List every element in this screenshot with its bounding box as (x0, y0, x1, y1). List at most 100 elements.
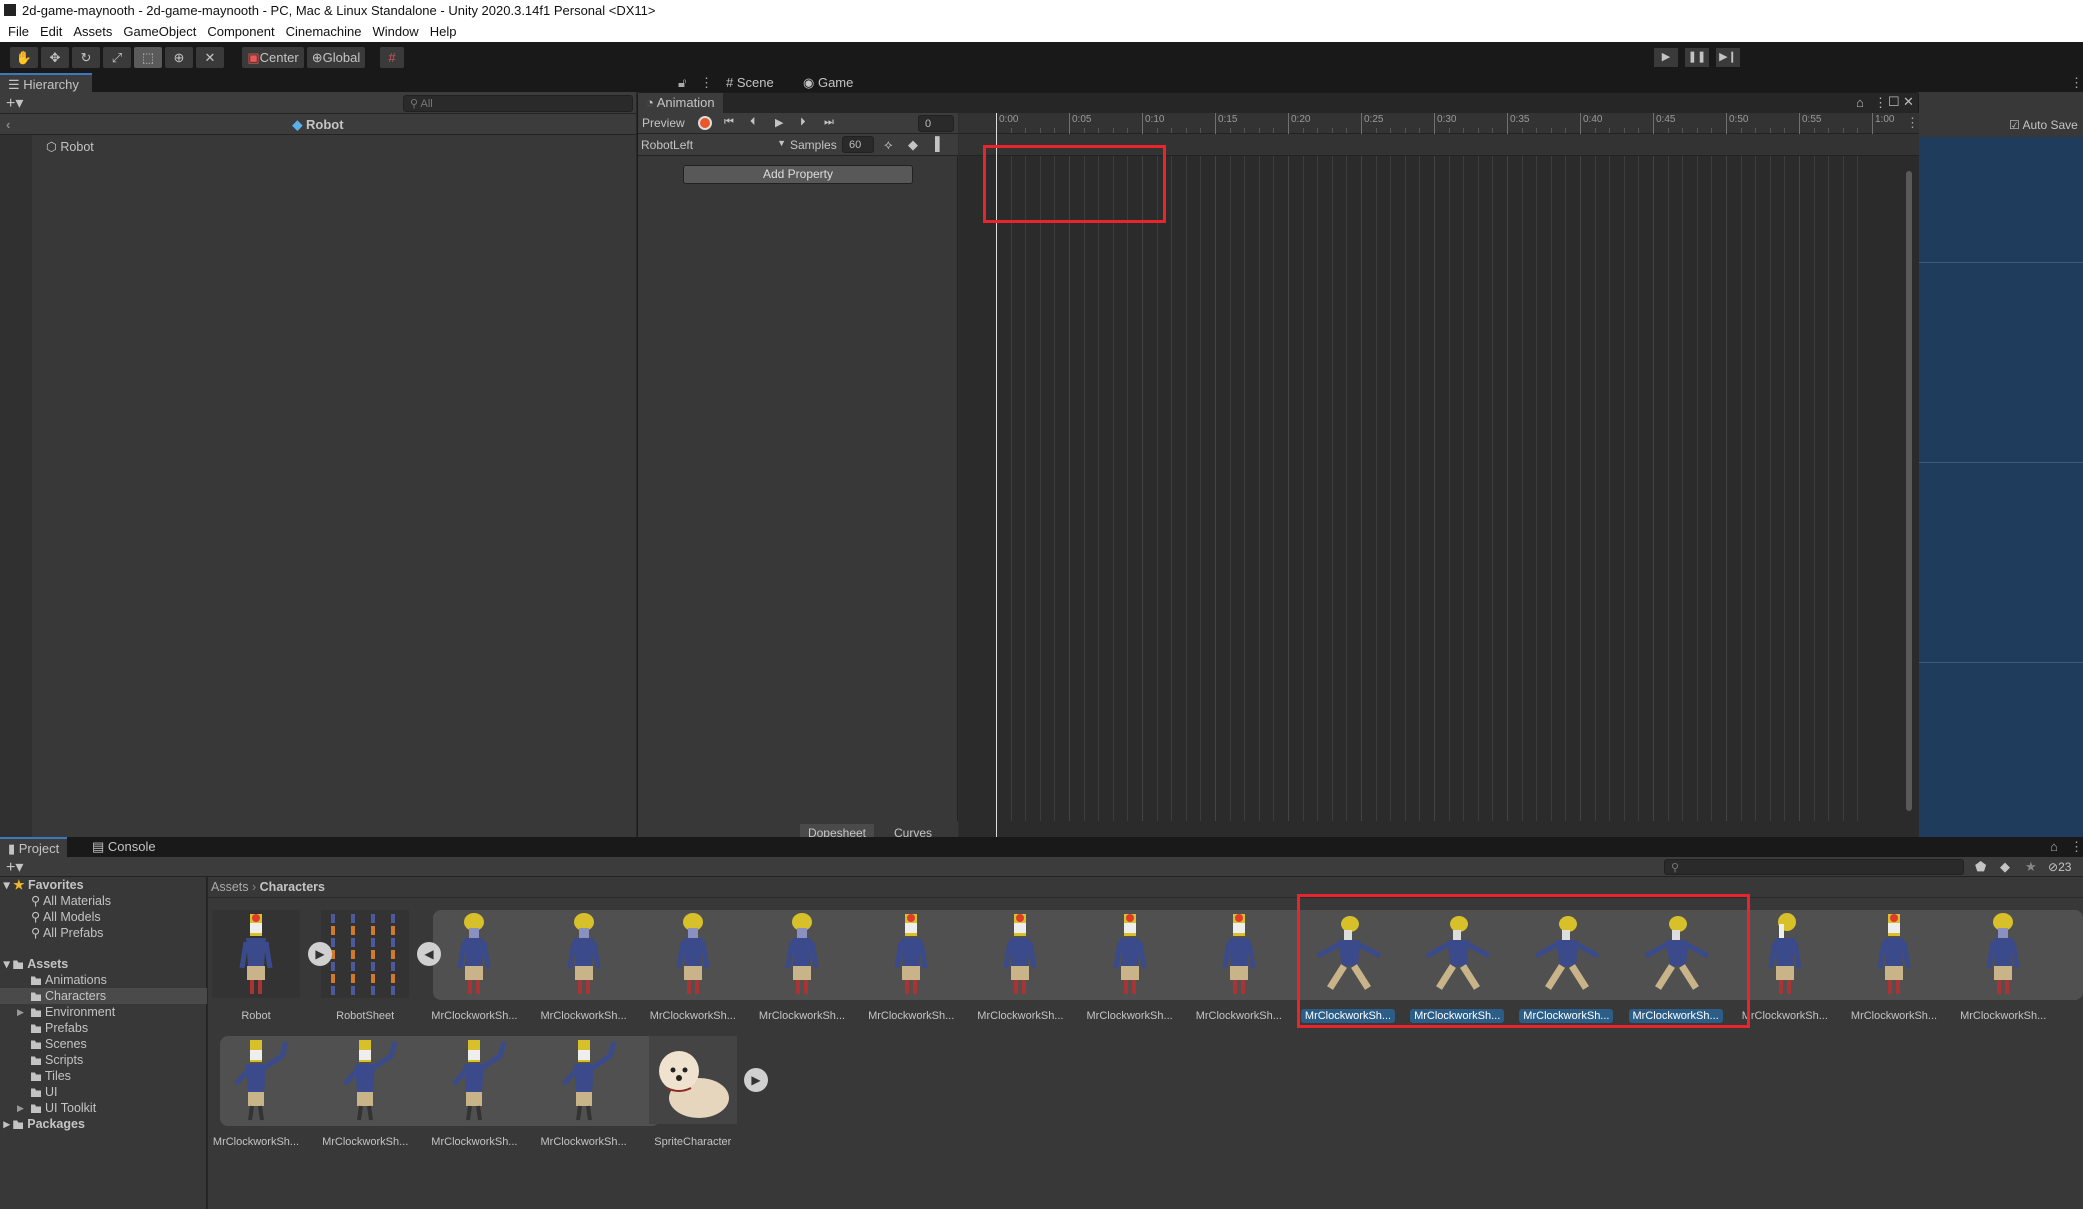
collapse-robot-sheet-icon[interactable]: ◀ (417, 942, 441, 966)
breadcrumb-characters[interactable]: Characters (260, 880, 325, 894)
filter-label-icon[interactable]: ◆ (2000, 859, 2010, 875)
move-tool-icon[interactable]: ✥ (41, 47, 69, 68)
add-event-icon[interactable]: ◆ (908, 137, 918, 153)
auto-save-toggle[interactable]: ☑ Auto Save (2009, 118, 2078, 132)
folder-ui-toolkit[interactable]: ▶ UI Toolkit (0, 1100, 207, 1116)
asset-sprite-frame[interactable]: MrClockworkSh... (534, 1036, 634, 1156)
dopesheet-grid[interactable] (959, 156, 1899, 821)
favorites-header[interactable]: ▾ ★ Favorites (0, 877, 207, 893)
asset-sprite-frame[interactable]: MrClockworkSh... (861, 910, 961, 1030)
samples-input[interactable]: 60 (842, 136, 874, 153)
clip-dropdown[interactable]: RobotLeft ▼ (641, 138, 786, 152)
asset-sprite-frame[interactable]: MrClockworkSh... (424, 910, 524, 1030)
expand-sprite-character-icon[interactable]: ▶ (744, 1068, 768, 1092)
asset-sprite-frame[interactable]: MrClockworkSh... (206, 1036, 306, 1156)
record-button[interactable] (698, 116, 712, 130)
menu-help[interactable]: Help (430, 24, 457, 39)
scene-canvas[interactable] (1919, 137, 2083, 837)
prev-key-icon[interactable]: ⏴ (750, 116, 756, 129)
tab-game[interactable]: ◉ Game (795, 73, 861, 93)
scale-tool-icon[interactable]: ⤢ (103, 47, 131, 68)
play-button[interactable]: ▶ (1654, 48, 1678, 67)
packages-folder[interactable]: ▸ Packages (0, 1116, 207, 1132)
more-icon[interactable]: ⋮ (700, 75, 713, 91)
asset-sprite-frame[interactable]: MrClockworkSh... (534, 910, 634, 1030)
scene-view[interactable]: ☑ Auto Save (1919, 92, 2083, 837)
expand-icon[interactable]: ▶ (17, 1004, 24, 1020)
asset-sprite-frame[interactable]: MrClockworkSh... (1189, 910, 1289, 1030)
expand-sprite-robot-icon[interactable]: ▶ (308, 942, 332, 966)
frame-input[interactable]: 0 (918, 115, 954, 132)
breadcrumb-assets[interactable]: Assets (211, 880, 249, 894)
folder-scripts[interactable]: Scripts (0, 1052, 207, 1068)
hierarchy-search-input[interactable]: ⚲ All (403, 95, 633, 112)
tab-project[interactable]: ▮ Project (0, 837, 68, 857)
play-icon[interactable]: ▶ (775, 116, 783, 129)
expand-icon[interactable]: ▶ (17, 1100, 24, 1116)
project-search-input[interactable]: ⚲ (1664, 859, 1964, 875)
folder-characters[interactable]: Characters (0, 988, 207, 1004)
custom-tool-icon[interactable]: ✕ (196, 47, 224, 68)
asset-sprite-frame[interactable]: MrClockworkSh... (315, 1036, 415, 1156)
next-key-icon[interactable]: ⏵ (800, 116, 806, 129)
preview-button[interactable]: Preview (642, 116, 685, 130)
favorite-all-models[interactable]: ⚲ All Models (0, 909, 207, 925)
favorite-star-icon[interactable]: ★ (2025, 859, 2037, 875)
folder-ui[interactable]: UI (0, 1084, 207, 1100)
add-icon[interactable]: +▾ (6, 93, 23, 113)
tab-animation[interactable]: ◔ Animation (638, 93, 723, 113)
hierarchy-item-robot[interactable]: ⬡ Robot (46, 139, 94, 154)
assets-folder[interactable]: ▾ Assets (0, 956, 207, 972)
rect-tool-icon[interactable]: ⬚ (134, 47, 162, 68)
favorite-all-materials[interactable]: ⚲ All Materials (0, 893, 207, 909)
vertical-scrollbar[interactable] (1905, 156, 1913, 826)
tab-scene[interactable]: # Scene (718, 73, 782, 93)
favorite-all-prefabs[interactable]: ⚲ All Prefabs (0, 925, 207, 941)
maximize-icon[interactable]: ☐ (1888, 94, 1900, 110)
auto-save-checkbox[interactable]: ☑ (2009, 118, 2020, 132)
folder-tiles[interactable]: Tiles (0, 1068, 207, 1084)
hidden-packages-toggle[interactable]: ⊘23 (2048, 860, 2071, 874)
asset-sprite-frame[interactable]: MrClockworkSh... (752, 910, 852, 1030)
menu-edit[interactable]: Edit (40, 24, 62, 39)
asset-sprite-frame[interactable]: MrClockworkSh... (970, 910, 1070, 1030)
back-icon[interactable]: ‹ (6, 114, 10, 135)
grid-snap-icon[interactable]: # (380, 47, 404, 68)
folder-scenes[interactable]: Scenes (0, 1036, 207, 1052)
asset-sprite-frame[interactable]: MrClockworkSh... (1080, 910, 1180, 1030)
create-icon[interactable]: +▾ (6, 857, 23, 877)
asset-sprite-character[interactable]: SpriteCharacter (643, 1036, 743, 1156)
tab-hierarchy[interactable]: ☰ Hierarchy (0, 73, 92, 93)
timeline-more-icon[interactable]: ⋮ (1906, 115, 1919, 131)
first-key-icon[interactable]: ⏮ (724, 116, 734, 129)
tab-console[interactable]: ▤ Console (84, 837, 164, 857)
filter-type-icon[interactable]: ⬟ (1975, 859, 1986, 875)
lock-icon[interactable]: ⌂ (1856, 95, 1864, 110)
add-property-button[interactable]: Add Property (683, 165, 913, 184)
asset-sprite-frame[interactable]: MrClockworkSh... (1953, 910, 2053, 1030)
asset-sprite-frame[interactable]: MrClockworkSh... (424, 1036, 524, 1156)
time-ruler[interactable]: 0:00 0:05 0:10 0:15 0:20 0:25 0:30 0:35 0:40 0:45… (959, 113, 1919, 134)
lock-icon[interactable]: 🔓︎ (678, 75, 686, 91)
menu-window[interactable]: Window (372, 24, 418, 39)
timeline[interactable]: 0:00 0:05 0:10 0:15 0:20 0:25 0:30 0:35 0:40 0:45… (959, 113, 1919, 853)
rotate-tool-icon[interactable]: ↻ (72, 47, 100, 68)
pivot-center-button[interactable]: ▣Center (242, 47, 304, 68)
menu-file[interactable]: File (8, 24, 29, 39)
menu-component[interactable]: Component (207, 24, 274, 39)
menu-gameobject[interactable]: GameObject (123, 24, 196, 39)
asset-robot-sheet[interactable]: RobotSheet (315, 910, 415, 1030)
space-global-button[interactable]: ⊕Global (307, 47, 365, 68)
transform-tool-icon[interactable]: ⊕ (165, 47, 193, 68)
menu-assets[interactable]: Assets (73, 24, 112, 39)
last-key-icon[interactable]: ⏭ (824, 116, 834, 129)
folder-environment[interactable]: ▶ Environment (0, 1004, 207, 1020)
folder-prefabs[interactable]: Prefabs (0, 1020, 207, 1036)
asset-sprite-frame[interactable]: MrClockworkSh... (1844, 910, 1944, 1030)
menu-cinemachine[interactable]: Cinemachine (286, 24, 362, 39)
folder-animations[interactable]: Animations (0, 972, 207, 988)
asset-robot[interactable]: Robot (206, 910, 306, 1030)
pause-button[interactable]: ❚❚ (1685, 48, 1709, 67)
event-marker-icon[interactable]: ▌ (935, 136, 944, 151)
close-icon[interactable]: ✕ (1903, 94, 1914, 110)
